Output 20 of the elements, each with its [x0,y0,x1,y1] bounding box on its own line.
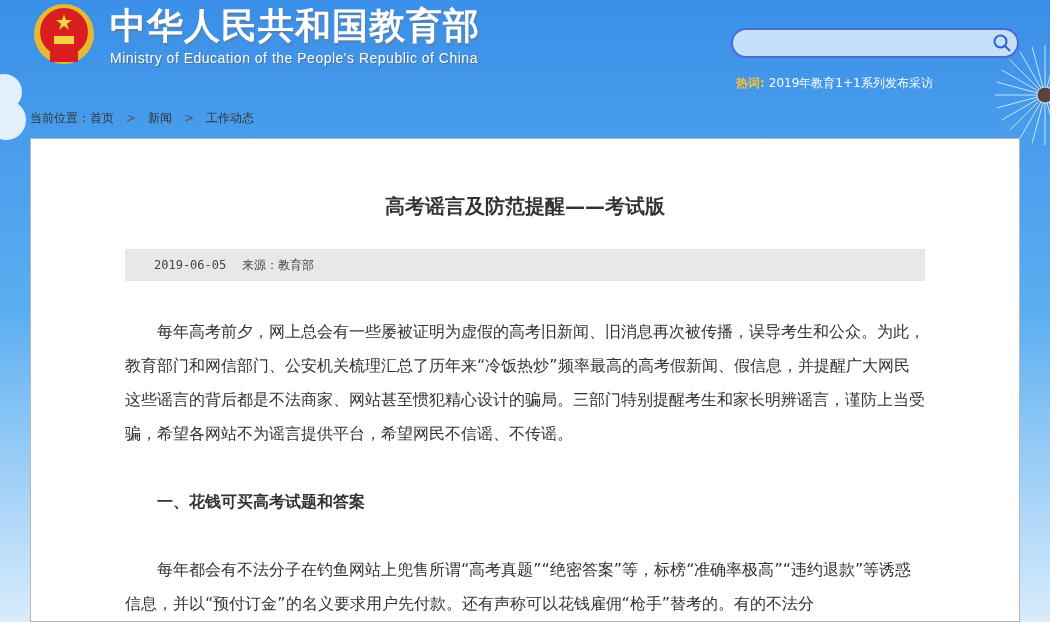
breadcrumb-separator: > [126,110,137,128]
breadcrumb-label: 当前位置： [30,110,90,128]
hot-word-link[interactable]: 2019年教育1+1系列发布采访 [768,74,933,92]
article-paragraph: 每年都会有不法分子在钓鱼网站上兜售所谓“高考真题”“绝密答案”等，标榜“准确率极高”“违约退款”等诱惑信息，并以“预付订金”的名义要求用户先付款。还有声称可以花钱雇佣“枪手”替考的。有的不法分 [125,559,913,615]
hot-words-label: 热词: [736,75,765,92]
ministry-english-name: Ministry of Education of the People's Republic of China [110,49,479,68]
article-title: 高考谣言及防范提醒——考试版 [385,193,665,220]
publish-date: 2019-06-05 [154,257,227,274]
breadcrumb-link[interactable]: 工作动态 [206,109,255,128]
search-field[interactable] [731,28,1019,58]
cloud-drawing [0,72,26,142]
search-icon[interactable] [993,34,1011,52]
ministry-title: 中华人民共和国教育部 [110,4,480,48]
section-heading: 一、花钱可买高考试题和答案 [156,491,366,513]
article-paragraph: 每年高考前夕，网上总会有一些屡被证明为虚假的高考旧新闻、旧消息再次被传播，误导考生和公众。为此，教育部门和网信部门、公安机关梳理汇总了历年来“冷饭热炒”频率最高的高考假新闻、假信息，并提醒广大网民这些谣言的背后都是不法商家、网站甚至惯犯精心设计的骗局。三部门特别提醒考生和家长明辨谣言，谨防上当受骗，希望各网站不为谣言提供平台，希望网民不信谣、不传谣。 [125,321,925,445]
breadcrumb-link[interactable]: 新闻 [148,109,173,128]
breadcrumb-separator: > [184,110,195,128]
article-source: 来源：教育部 [242,257,315,274]
emblem-icon [32,2,96,66]
breadcrumb-link[interactable]: 首页 [90,109,114,128]
